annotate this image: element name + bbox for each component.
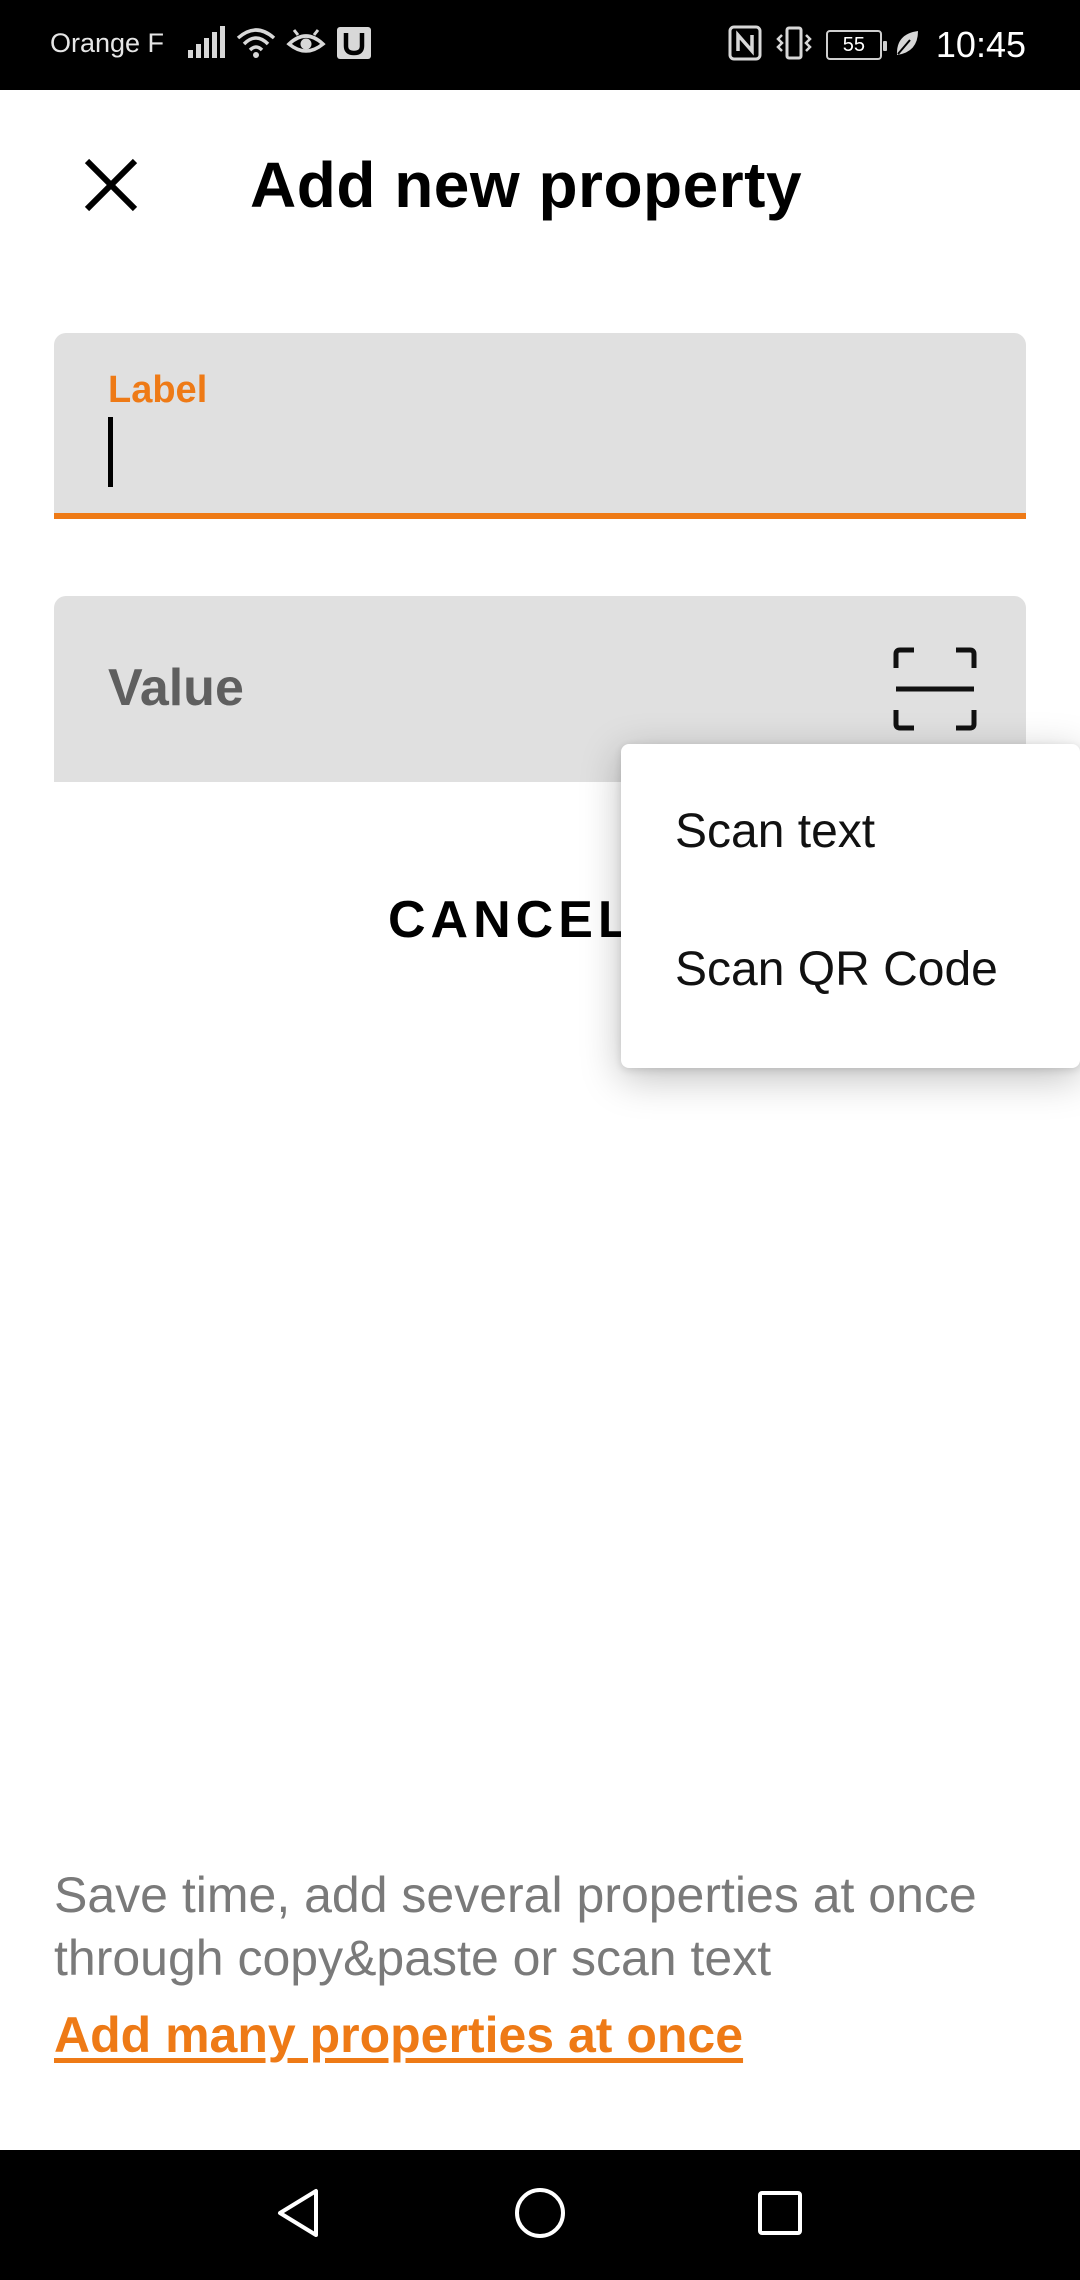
status-time: 10:45 [935,24,1026,65]
battery-level: 55 [842,33,866,56]
nfc-icon [728,25,762,66]
status-bar: Orange F 55 10:45 [0,0,1080,90]
label-field-caption: Label [108,369,208,411]
scan-frame-icon [890,647,980,738]
navigation-bar [0,2150,1080,2280]
home-circle-icon [512,2185,568,2246]
vibrate-icon [774,25,814,66]
recents-square-icon [752,2185,808,2246]
status-right-icons: 55 10:45 [728,20,1026,70]
scan-button[interactable] [890,644,980,734]
back-triangle-icon [272,2185,328,2246]
home-button[interactable] [500,2175,580,2255]
u-app-icon [336,26,372,65]
close-button[interactable] [74,150,148,224]
close-icon [83,157,139,218]
recents-button[interactable] [740,2175,820,2255]
wifi-icon [236,26,276,65]
signal-icon [186,25,226,65]
cancel-button[interactable]: CANCEL [388,890,635,950]
text-cursor [108,417,113,487]
label-input[interactable] [108,419,968,489]
back-button[interactable] [260,2175,340,2255]
carrier-name: Orange F [50,28,165,58]
menu-item-scan-qr-code[interactable]: Scan QR Code [621,894,1080,1044]
scan-options-menu: Scan text Scan QR Code [621,744,1080,1068]
info-text: Save time, add several properties at onc… [54,1867,977,1986]
eye-icon [286,26,326,65]
status-left-icons [186,22,372,68]
add-many-properties-link[interactable]: Add many properties at once [54,2006,743,2064]
leaf-icon [894,28,920,63]
menu-item-scan-text[interactable]: Scan text [621,756,1080,906]
battery-icon: 55 [825,30,887,60]
page-title: Add new property [250,149,803,221]
label-field[interactable]: Label [54,333,1026,519]
value-field-placeholder: Value [108,659,244,717]
add-property-screen: Orange F 55 10:45 Add new property Label… [0,0,1080,2280]
